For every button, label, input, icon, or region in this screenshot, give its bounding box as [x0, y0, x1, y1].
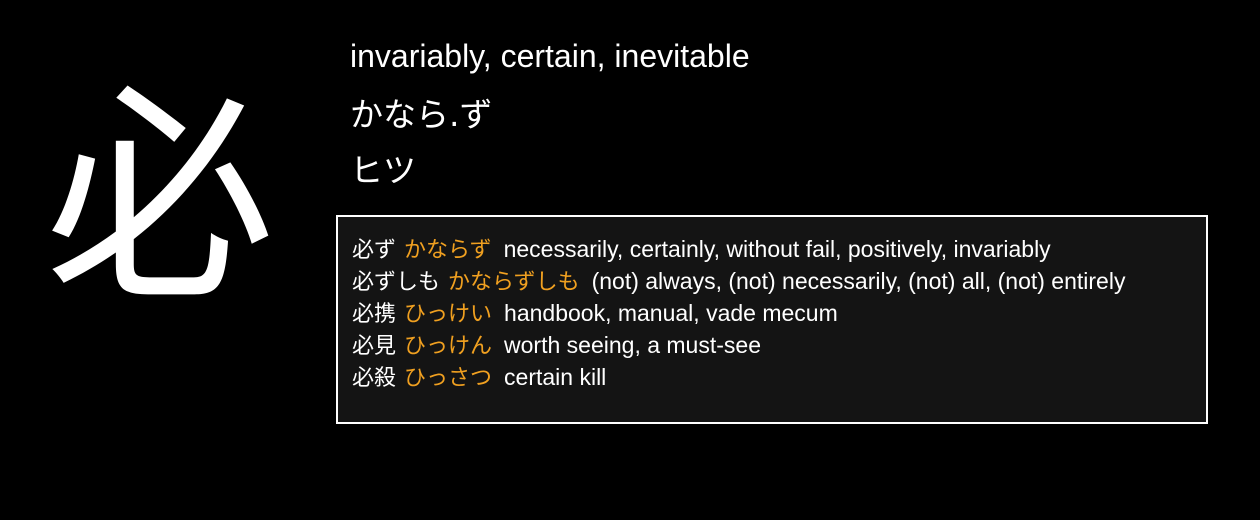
- on-reading: ヒツ: [350, 151, 416, 190]
- vocab-item: 必ず かならず necessarily, certainly, without fa…: [352, 234, 1192, 266]
- vocab-reading: ひっけん: [404, 334, 493, 359]
- vocab-gloss: worth seeing, a must-see: [504, 332, 761, 358]
- vocab-reading: かならず: [404, 238, 492, 263]
- kanji-meaning: invariably, certain, inevitable: [350, 38, 750, 74]
- vocab-word: 必殺: [352, 366, 397, 391]
- vocab-gloss: (not) always, (not) necessarily, (not) a…: [591, 268, 1126, 294]
- vocab-word: 必ずしも: [352, 270, 441, 295]
- vocab-item: 必ずしも かならずしも (not) always, (not) necessaril…: [352, 266, 1192, 298]
- vocabulary-list: 必ず かならず necessarily, certainly, without fa…: [336, 215, 1208, 424]
- vocab-word: 必ず: [352, 238, 397, 263]
- vocab-gloss: certain kill: [504, 364, 607, 390]
- vocab-reading: ひっけい: [404, 302, 493, 327]
- kun-reading: かなら.ず: [350, 95, 493, 134]
- vocab-reading: ひっさつ: [404, 366, 493, 391]
- vocab-item: 必見 ひっけん worth seeing, a must-see: [352, 330, 1192, 362]
- vocab-gloss: handbook, manual, vade mecum: [504, 300, 838, 326]
- kanji-character: 必: [44, 66, 275, 333]
- vocab-word: 必携: [352, 302, 397, 327]
- vocab-item: 必携 ひっけい handbook, manual, vade mecum: [352, 298, 1192, 330]
- vocab-item: 必殺 ひっさつ certain kill: [352, 362, 1192, 394]
- vocab-word: 必見: [352, 334, 397, 359]
- vocab-reading: かならずしも: [448, 270, 580, 295]
- vocab-gloss: necessarily, certainly, without fail, po…: [503, 236, 1051, 262]
